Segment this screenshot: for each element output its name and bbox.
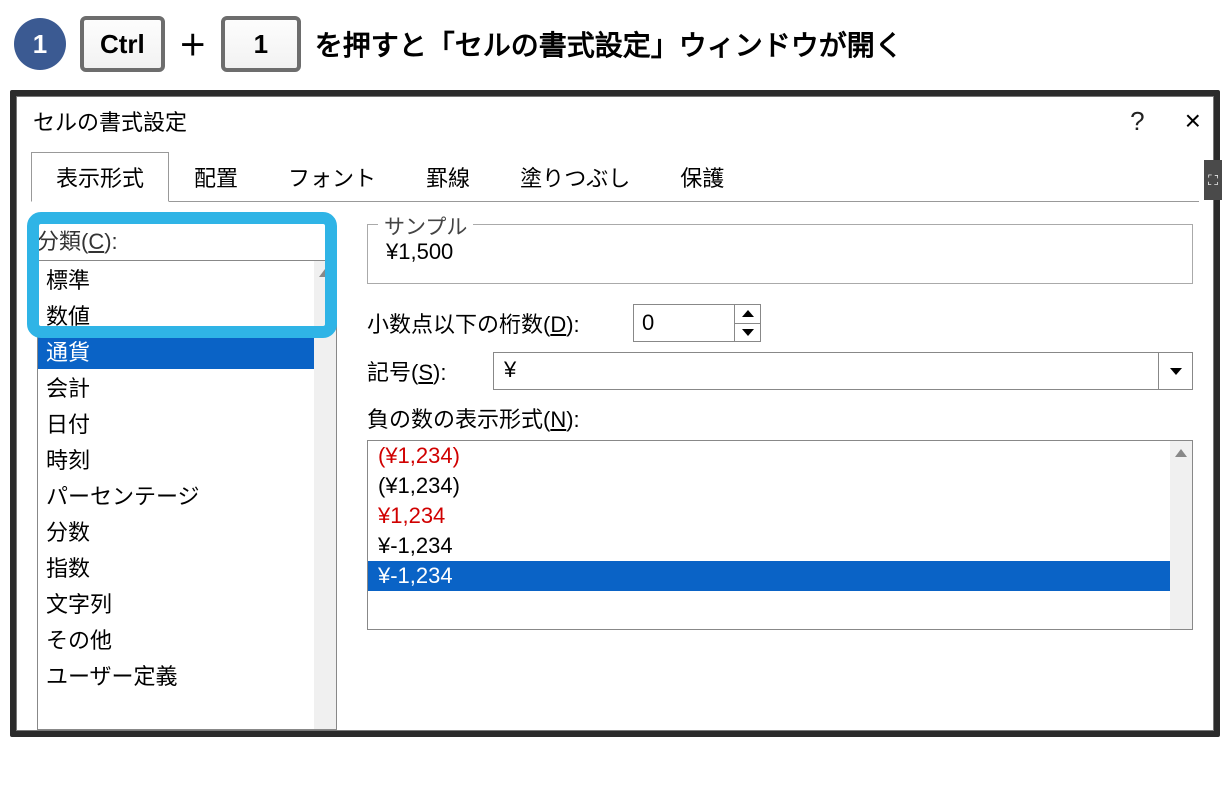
category-item[interactable]: 文字列 xyxy=(38,585,314,621)
category-label: 分類(C): xyxy=(37,224,337,256)
symbol-value: ¥ xyxy=(494,353,1158,389)
dialog-titlebar: セルの書式設定 ? × xyxy=(17,97,1213,151)
category-item[interactable]: 指数 xyxy=(38,549,314,585)
dialog-tabs: 表示形式配置フォント罫線塗りつぶし保護 xyxy=(17,151,1213,201)
negative-format-item[interactable]: (¥1,234) xyxy=(368,471,1170,501)
tab-align[interactable]: 配置 xyxy=(169,152,263,202)
negative-format-item[interactable]: ¥-1,234 xyxy=(368,531,1170,561)
category-item[interactable]: 数値 xyxy=(38,297,314,333)
decimals-row: 小数点以下の桁数(D): xyxy=(367,304,1193,342)
decimals-input[interactable] xyxy=(634,305,734,341)
scrollbar[interactable] xyxy=(314,261,336,729)
chevron-down-icon xyxy=(742,329,754,336)
instruction-text: を押すと「セルの書式設定」ウィンドウが開く xyxy=(315,24,903,64)
symbol-row: 記号(S): ¥ xyxy=(367,352,1193,390)
category-column: 分類(C): 標準数値通貨会計日付時刻パーセンテージ分数指数文字列その他ユーザー… xyxy=(37,224,337,730)
side-panel-toggle-icon[interactable]: ⛶ xyxy=(1204,160,1222,200)
category-item[interactable]: 会計 xyxy=(38,369,314,405)
negative-format-item[interactable]: (¥1,234) xyxy=(368,441,1170,471)
tab-number[interactable]: 表示形式 xyxy=(31,152,169,202)
spinner-down-button[interactable] xyxy=(735,324,760,342)
category-item[interactable]: 時刻 xyxy=(38,441,314,477)
dialog-title: セルの書式設定 xyxy=(33,105,187,137)
negative-format-item[interactable]: ¥-1,234 xyxy=(368,561,1170,591)
category-item[interactable]: 分数 xyxy=(38,513,314,549)
category-listbox[interactable]: 標準数値通貨会計日付時刻パーセンテージ分数指数文字列その他ユーザー定義 xyxy=(37,260,337,730)
scrollbar[interactable] xyxy=(1170,441,1192,629)
negative-format-listbox[interactable]: (¥1,234)(¥1,234)¥1,234¥-1,234¥-1,234 xyxy=(367,440,1193,630)
close-button[interactable]: × xyxy=(1185,107,1201,135)
tab-protect[interactable]: 保護 xyxy=(655,152,749,202)
detail-column: サンプル ¥1,500 小数点以下の桁数(D): xyxy=(367,224,1193,730)
plus-sign: ＋ xyxy=(179,24,207,64)
chevron-down-icon xyxy=(1170,368,1182,375)
dropdown-button[interactable] xyxy=(1158,353,1192,389)
tab-font[interactable]: フォント xyxy=(263,152,401,202)
symbol-label: 記号(S): xyxy=(367,355,477,387)
instruction-row: 1 Ctrl ＋ 1 を押すと「セルの書式設定」ウィンドウが開く xyxy=(10,10,1220,90)
scroll-up-icon[interactable] xyxy=(319,269,331,277)
category-item[interactable]: その他 xyxy=(38,621,314,657)
spinner-up-button[interactable] xyxy=(735,305,760,324)
symbol-dropdown[interactable]: ¥ xyxy=(493,352,1193,390)
help-button[interactable]: ? xyxy=(1130,106,1144,137)
category-item[interactable]: パーセンテージ xyxy=(38,477,314,513)
keycap-ctrl: Ctrl xyxy=(80,16,165,72)
scroll-up-icon[interactable] xyxy=(1175,449,1187,457)
decimals-label: 小数点以下の桁数(D): xyxy=(367,307,617,339)
sample-value: ¥1,500 xyxy=(382,239,1178,265)
step-badge: 1 xyxy=(14,18,66,70)
negative-format-label: 負の数の表示形式(N): xyxy=(367,402,1193,434)
app-dark-frame: ⛶ セルの書式設定 ? × 表示形式配置フォント罫線塗りつぶし保護 分類(C):… xyxy=(10,90,1220,737)
negative-format-item[interactable]: ¥1,234 xyxy=(368,501,1170,531)
category-item[interactable]: ユーザー定義 xyxy=(38,657,314,693)
category-item[interactable]: 標準 xyxy=(38,261,314,297)
sample-groupbox: サンプル ¥1,500 xyxy=(367,224,1193,284)
category-item[interactable]: 日付 xyxy=(38,405,314,441)
tab-fill[interactable]: 塗りつぶし xyxy=(495,152,655,202)
tab-body: 分類(C): 標準数値通貨会計日付時刻パーセンテージ分数指数文字列その他ユーザー… xyxy=(31,201,1199,730)
keycap-one: 1 xyxy=(221,16,301,72)
sample-legend: サンプル xyxy=(378,211,473,241)
chevron-up-icon xyxy=(742,310,754,317)
tab-border[interactable]: 罫線 xyxy=(401,152,495,202)
decimals-spinner[interactable] xyxy=(633,304,761,342)
category-item[interactable]: 通貨 xyxy=(38,333,314,369)
format-cells-dialog: セルの書式設定 ? × 表示形式配置フォント罫線塗りつぶし保護 分類(C): 標… xyxy=(16,96,1214,731)
